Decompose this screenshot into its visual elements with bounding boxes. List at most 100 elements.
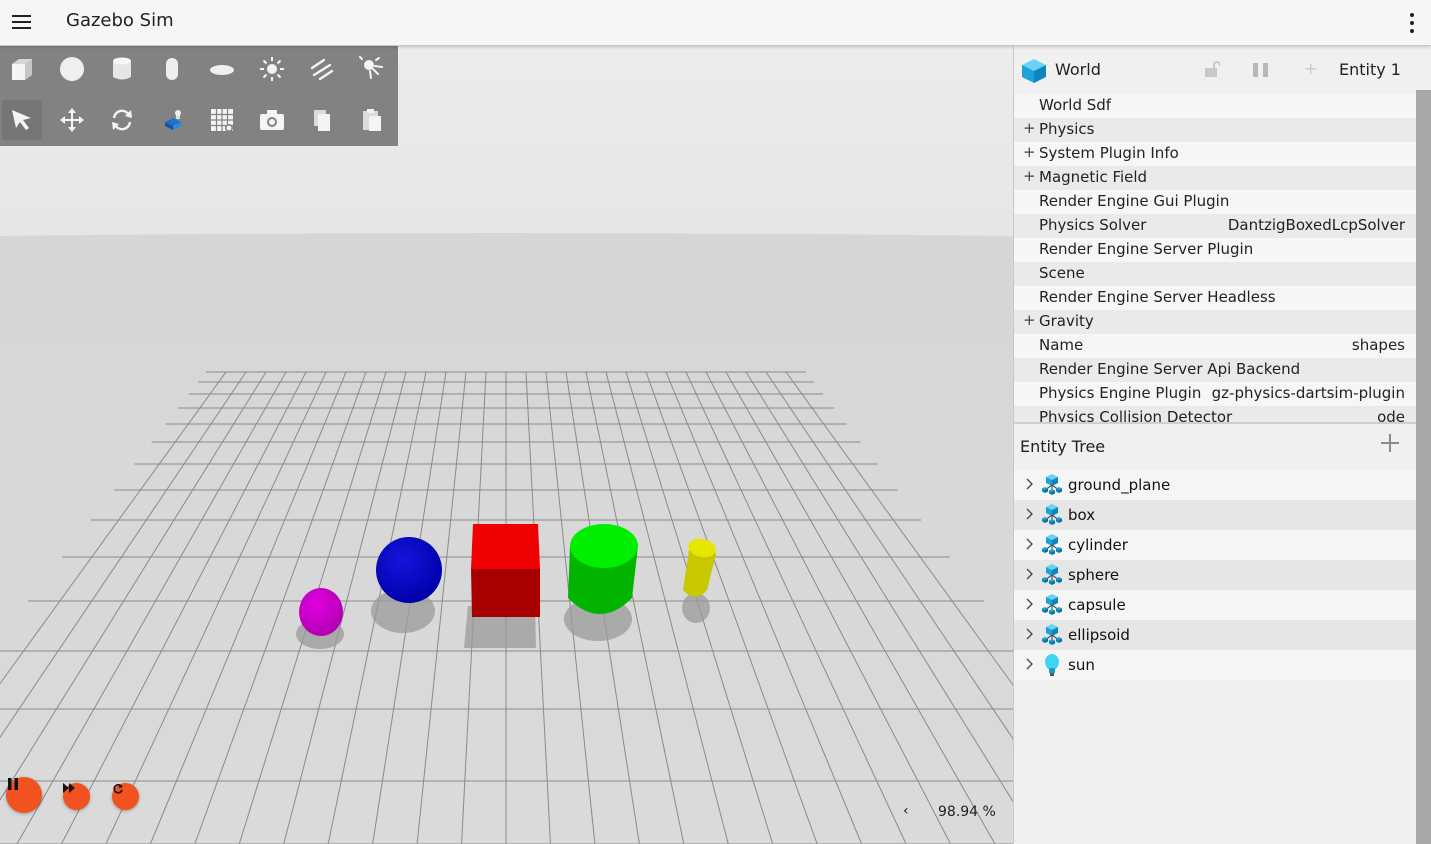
entity-tree-row-ellipsoid[interactable]: ellipsoid xyxy=(1014,620,1416,650)
move-arrows-icon xyxy=(60,108,84,132)
entity-tree-row-cylinder[interactable]: cylinder xyxy=(1014,530,1416,560)
paste-tool[interactable] xyxy=(352,100,392,140)
component-row[interactable]: + Physics xyxy=(1014,118,1416,142)
entity-tree-row-sphere[interactable]: sphere xyxy=(1014,560,1416,590)
component-name: System Plugin Info xyxy=(1039,144,1179,162)
copy-tool[interactable] xyxy=(302,100,342,140)
expand-plus-icon[interactable]: + xyxy=(1023,311,1036,329)
entity-tree-label: box xyxy=(1068,506,1096,524)
transform-control-tool[interactable] xyxy=(152,100,192,140)
chevron-right-icon[interactable] xyxy=(1026,657,1034,675)
chevron-right-icon[interactable] xyxy=(1026,597,1034,615)
cylinder-shape-tool[interactable] xyxy=(102,49,142,89)
component-name: Render Engine Server Plugin xyxy=(1039,240,1254,258)
entity-tree-row-box[interactable]: box xyxy=(1014,500,1416,530)
component-name: Gravity xyxy=(1039,312,1094,330)
sphere-shape-tool[interactable] xyxy=(52,49,92,89)
component-row: Render Engine Gui Plugin xyxy=(1014,190,1416,214)
entity-tree-row-capsule[interactable]: capsule xyxy=(1014,590,1416,620)
lock-icon[interactable] xyxy=(1204,60,1220,78)
spot-light-icon xyxy=(359,56,383,79)
component-value: gz-physics-dartsim-plugin xyxy=(1211,384,1405,402)
component-name: Physics Engine Plugin xyxy=(1039,384,1202,402)
rotate-mode-tool[interactable] xyxy=(102,100,142,140)
world-cube-icon xyxy=(1022,59,1046,83)
entity-tree-header: Entity Tree xyxy=(1014,424,1416,468)
cylinder-model[interactable] xyxy=(568,524,638,614)
add-component-icon[interactable]: + xyxy=(1304,59,1317,78)
component-row: Scene xyxy=(1014,262,1416,286)
component-name: Render Engine Server Headless xyxy=(1039,288,1276,306)
component-value: DantzigBoxedLcpSolver xyxy=(1227,216,1405,234)
vertical-dots-icon[interactable] xyxy=(1405,11,1419,35)
model-icon xyxy=(1041,563,1063,591)
chevron-right-icon[interactable] xyxy=(1026,567,1034,585)
component-name: Magnetic Field xyxy=(1039,168,1148,186)
pause-icon xyxy=(8,778,18,790)
select-mode-tool[interactable] xyxy=(2,100,42,140)
ellipsoid-shape-tool[interactable] xyxy=(202,49,242,89)
real-time-factor-value: 98.94 % xyxy=(938,804,996,820)
component-row: Physics Collision Detector ode xyxy=(1014,406,1416,422)
rtf-collapse-arrow[interactable]: ‹ xyxy=(903,803,909,819)
entity-tree-row-ground-plane[interactable]: ground_plane xyxy=(1014,470,1416,500)
entity-tree-title: Entity Tree xyxy=(1020,437,1106,456)
chevron-right-icon[interactable] xyxy=(1026,477,1034,495)
entity-tree-label: capsule xyxy=(1068,596,1126,614)
component-row: Physics Solver DantzigBoxedLcpSolver xyxy=(1014,214,1416,238)
inspected-entity-name: World xyxy=(1055,60,1101,79)
grid-config-tool[interactable] xyxy=(202,100,242,140)
scene-canvas[interactable] xyxy=(0,46,1013,844)
chevron-right-icon[interactable] xyxy=(1026,537,1034,555)
chevron-right-icon[interactable] xyxy=(1026,507,1034,525)
plus-icon[interactable] xyxy=(1379,432,1401,454)
capsule-shape-tool[interactable] xyxy=(152,49,192,89)
capsule-icon xyxy=(166,58,178,80)
component-name: Scene xyxy=(1039,264,1085,282)
hamburger-menu-icon[interactable] xyxy=(10,11,34,33)
component-value: shapes xyxy=(1351,336,1405,354)
sphere-model[interactable] xyxy=(376,537,442,603)
light-bulb-icon xyxy=(1041,653,1063,681)
entity-id-label: Entity 1 xyxy=(1339,60,1401,79)
point-light-icon xyxy=(260,57,284,81)
component-row[interactable]: + Magnetic Field xyxy=(1014,166,1416,190)
component-name: Physics xyxy=(1039,120,1095,138)
component-name: Physics Collision Detector xyxy=(1039,408,1233,422)
directional-light-tool[interactable] xyxy=(302,49,342,89)
expand-plus-icon[interactable]: + xyxy=(1023,167,1036,185)
component-row: Name shapes xyxy=(1014,334,1416,358)
pause-updates-icon[interactable] xyxy=(1252,62,1270,78)
panel-scrollbar[interactable] xyxy=(1416,90,1431,844)
component-row[interactable]: + System Plugin Info xyxy=(1014,142,1416,166)
reset-button[interactable] xyxy=(112,783,139,810)
model-icon xyxy=(1041,623,1063,651)
box-icon xyxy=(12,59,32,80)
point-light-tool[interactable] xyxy=(252,49,292,89)
expand-plus-icon[interactable]: + xyxy=(1023,143,1036,161)
step-button[interactable] xyxy=(63,783,90,810)
expand-plus-icon[interactable]: + xyxy=(1023,119,1036,137)
spot-light-tool[interactable] xyxy=(352,49,392,89)
screenshot-tool[interactable] xyxy=(252,100,292,140)
entity-tree-row-sun[interactable]: sun xyxy=(1014,650,1416,680)
component-row: Physics Engine Plugin gz-physics-dartsim-… xyxy=(1014,382,1416,406)
box-shape-tool[interactable] xyxy=(2,49,42,89)
chevron-right-icon[interactable] xyxy=(1026,627,1034,645)
entity-tree-label: sphere xyxy=(1068,566,1120,584)
component-name: Physics Solver xyxy=(1039,216,1147,234)
component-row: World Sdf xyxy=(1014,94,1416,118)
component-name: Render Engine Gui Plugin xyxy=(1039,192,1230,210)
play-pause-button[interactable] xyxy=(6,777,42,813)
component-name: Render Engine Server Api Backend xyxy=(1039,360,1301,378)
paste-icon xyxy=(363,109,381,131)
ellipsoid-icon xyxy=(210,65,234,75)
real-time-factor-panel: ‹ 98.94 % xyxy=(897,798,1005,828)
scene-3d-viewport[interactable]: ‹ 98.94 % xyxy=(0,46,1013,844)
box-model[interactable] xyxy=(471,524,540,617)
ellipsoid-model[interactable] xyxy=(299,588,343,636)
translate-mode-tool[interactable] xyxy=(52,100,92,140)
shapes-and-tools-toolbar xyxy=(0,46,398,146)
entity-tree-label: ground_plane xyxy=(1068,476,1171,494)
component-row[interactable]: + Gravity xyxy=(1014,310,1416,334)
